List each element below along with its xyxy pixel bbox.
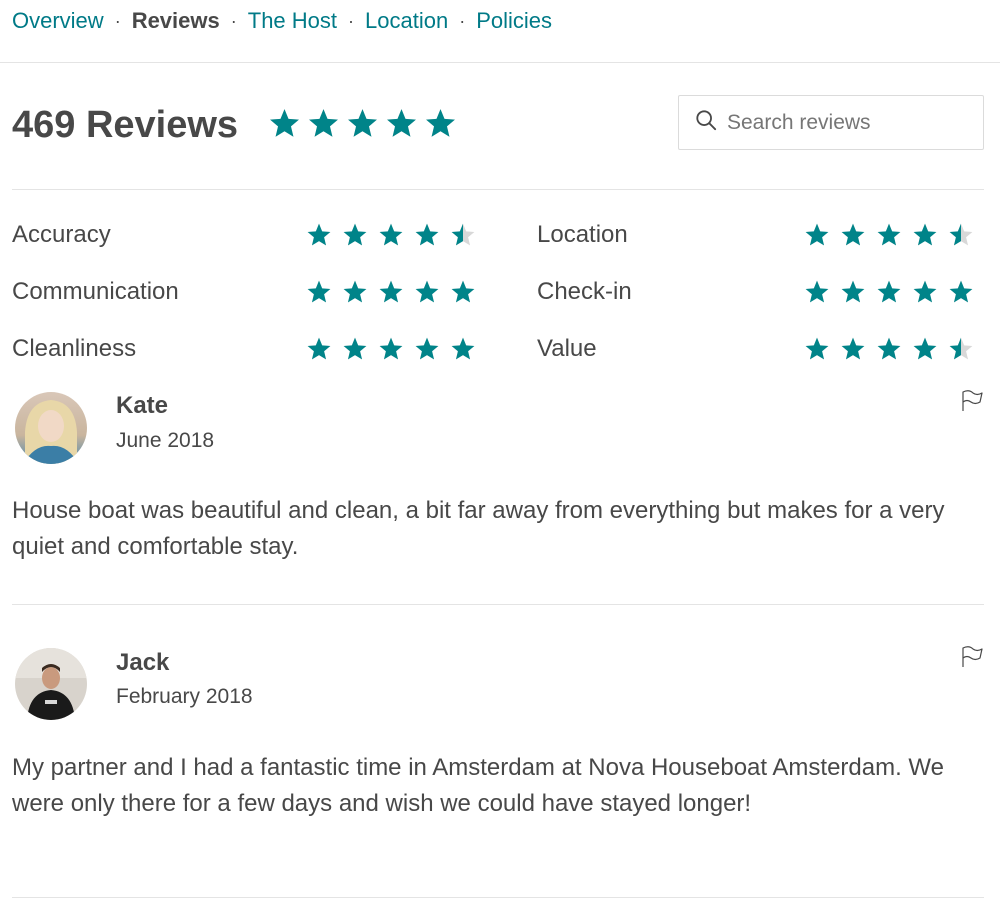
star-icon [912,222,938,248]
star-icon [414,336,440,362]
section-nav-links: Overview · Reviews · The Host · Location… [12,7,552,35]
reviewer-avatar[interactable] [15,648,87,720]
star-icon [876,336,902,362]
review-text: My partner and I had a fantastic time in… [12,754,944,817]
nav-link-overview[interactable]: Overview [12,7,104,35]
star-icon [450,279,476,305]
star-icon [450,222,476,248]
category-label-cleanliness: Cleanliness [12,335,137,362]
nav-link-reviews[interactable]: Reviews [132,7,220,35]
star-icon [306,336,332,362]
divider [12,897,984,898]
review-text: House boat was beautiful and clean, a bi… [12,497,945,560]
star-icon [876,222,902,248]
category-label-communication: Communication [12,278,179,305]
reviewer-name[interactable]: Kate [116,391,168,421]
star-icon [342,336,368,362]
flag-icon[interactable] [960,645,984,674]
star-icon [306,222,332,248]
star-icon [307,107,340,140]
reviewer-name[interactable]: Jack [116,648,169,678]
nav-link-location[interactable]: Location [365,7,448,35]
star-icon [268,107,301,140]
category-stars-check-in [804,279,974,305]
star-icon [378,336,404,362]
category-label-location: Location [537,221,628,248]
star-icon [424,107,457,140]
nav-separator: · [459,11,466,31]
nav-link-the-host[interactable]: The Host [248,7,337,35]
divider [12,604,984,605]
star-icon [876,279,902,305]
nav-separator: · [114,11,121,31]
star-icon [342,222,368,248]
category-stars-accuracy [306,222,476,248]
star-icon [840,222,866,248]
category-stars-location [804,222,974,248]
star-icon [840,279,866,305]
star-icon [342,279,368,305]
star-icon [378,222,404,248]
section-nav: Overview · Reviews · The Host · Location… [0,0,1000,63]
star-icon [912,336,938,362]
search-icon [695,109,717,136]
star-icon [948,279,974,305]
star-icon [804,336,830,362]
star-icon [840,336,866,362]
star-icon [385,107,418,140]
star-icon [804,279,830,305]
star-icon [948,336,974,362]
category-stars-cleanliness [306,336,476,362]
category-stars-value [804,336,974,362]
star-icon [804,222,830,248]
category-label-value: Value [537,335,597,362]
star-icon [414,222,440,248]
review-date: June 2018 [116,429,215,452]
star-icon [450,336,476,362]
review-date: February 2018 [116,685,253,708]
star-icon [948,222,974,248]
nav-link-policies[interactable]: Policies [476,7,552,35]
overall-rating-stars [268,107,457,140]
reviews-count-title: 469 Reviews [12,104,239,146]
nav-separator: · [230,11,237,31]
star-icon [306,279,332,305]
nav-separator: · [348,11,355,31]
reviewer-avatar[interactable] [15,392,87,464]
divider [12,189,984,190]
star-icon [346,107,379,140]
star-icon [912,279,938,305]
category-label-check-in: Check-in [537,278,632,305]
category-stars-communication [306,279,476,305]
flag-icon[interactable] [960,389,984,418]
category-label-accuracy: Accuracy [12,221,111,248]
search-reviews-input[interactable] [727,110,977,135]
star-icon [378,279,404,305]
search-reviews-box[interactable] [678,95,984,150]
star-icon [414,279,440,305]
